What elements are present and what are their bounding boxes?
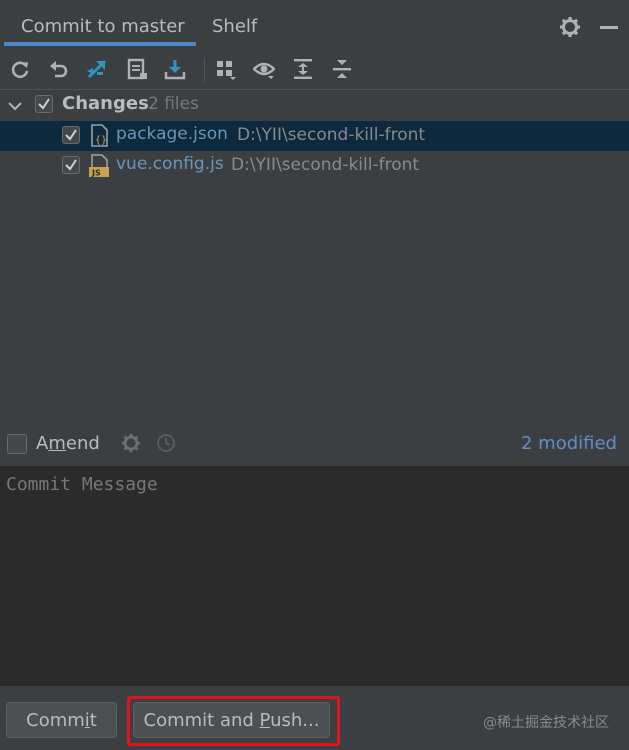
active-tab-indicator	[4, 42, 196, 46]
eye-icon[interactable]	[252, 58, 276, 80]
shelve-icon[interactable]	[126, 58, 148, 80]
collapse-all-icon[interactable]	[331, 58, 353, 80]
file-row-vue-config-js[interactable]: JS vue.config.js D:\YII\second-kill-fron…	[0, 151, 629, 181]
group-by-icon[interactable]	[215, 58, 237, 80]
amend-label[interactable]: Amend	[36, 433, 100, 454]
diff-icon[interactable]	[86, 58, 108, 80]
gear-icon[interactable]	[559, 16, 581, 38]
file-name: package.json	[116, 124, 228, 144]
js-file-icon: JS	[89, 154, 111, 178]
changes-label: Changes	[62, 93, 149, 114]
file-path: D:\YII\second-kill-front	[231, 155, 420, 175]
changes-tree: Changes 2 files {} package.json D:\YII\s…	[0, 90, 629, 420]
svg-text:{}: {}	[95, 135, 107, 146]
file-row-package-json[interactable]: {} package.json D:\YII\second-kill-front	[0, 121, 629, 151]
rollback-icon[interactable]	[48, 58, 70, 80]
watermark: @稀土掘金技术社区	[483, 715, 609, 731]
json-file-icon: {}	[89, 124, 111, 148]
toolbar	[0, 52, 629, 88]
commit-message-input[interactable]	[0, 466, 629, 686]
tab-bar: Commit to master Shelf	[0, 0, 629, 46]
tab-shelf[interactable]: Shelf	[212, 16, 257, 37]
amend-checkbox[interactable]	[7, 434, 27, 454]
file-path: D:\YII\second-kill-front	[237, 125, 426, 145]
expand-all-icon[interactable]	[292, 58, 314, 80]
toolbar-separator	[204, 58, 205, 82]
changes-checkbox[interactable]	[35, 95, 53, 113]
svg-text:JS: JS	[91, 169, 101, 178]
changes-group-row[interactable]: Changes 2 files	[0, 90, 629, 120]
red-highlight-box	[127, 696, 340, 746]
chevron-down-icon[interactable]	[8, 98, 22, 117]
modified-count[interactable]: 2 modified	[521, 433, 617, 454]
tab-commit-to-master[interactable]: Commit to master	[21, 16, 185, 37]
amend-bar: Amend 2 modified	[0, 420, 629, 466]
changes-count: 2 files	[148, 94, 199, 114]
gear-icon[interactable]	[121, 433, 141, 453]
file-checkbox[interactable]	[62, 126, 80, 144]
file-checkbox[interactable]	[62, 156, 80, 174]
commit-button[interactable]: Commit	[6, 702, 117, 738]
history-clock-icon[interactable]	[156, 433, 176, 453]
file-name: vue.config.js	[116, 154, 224, 174]
update-icon[interactable]	[164, 58, 186, 80]
minimize-icon[interactable]	[598, 16, 620, 38]
refresh-icon[interactable]	[9, 58, 31, 80]
